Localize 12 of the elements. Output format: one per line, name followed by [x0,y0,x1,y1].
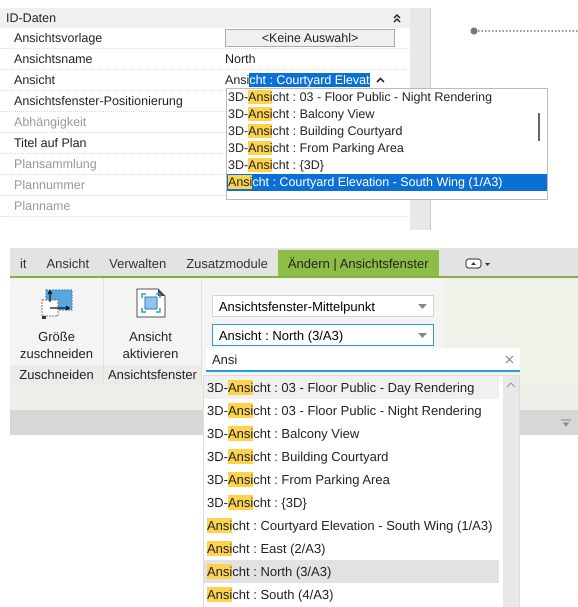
property-label: Plannummer [13,178,86,192]
property-label: Plansammlung [13,157,98,171]
property-label: Abhängigkeit [13,115,88,129]
group-label: Zuschneiden [10,365,103,385]
group-label: Ansichtsfenster [104,365,201,385]
property-label: Ansichtsvorlage [13,31,104,45]
property-label: Ansicht [13,73,56,87]
section-title: ID-Daten [6,11,56,25]
property-label: Planname [13,199,72,213]
property-label: Ansichtsname [13,52,94,66]
property-label: Ansichtsfenster-Positionierung [13,94,184,108]
property-label: Titel auf Plan [13,136,88,150]
